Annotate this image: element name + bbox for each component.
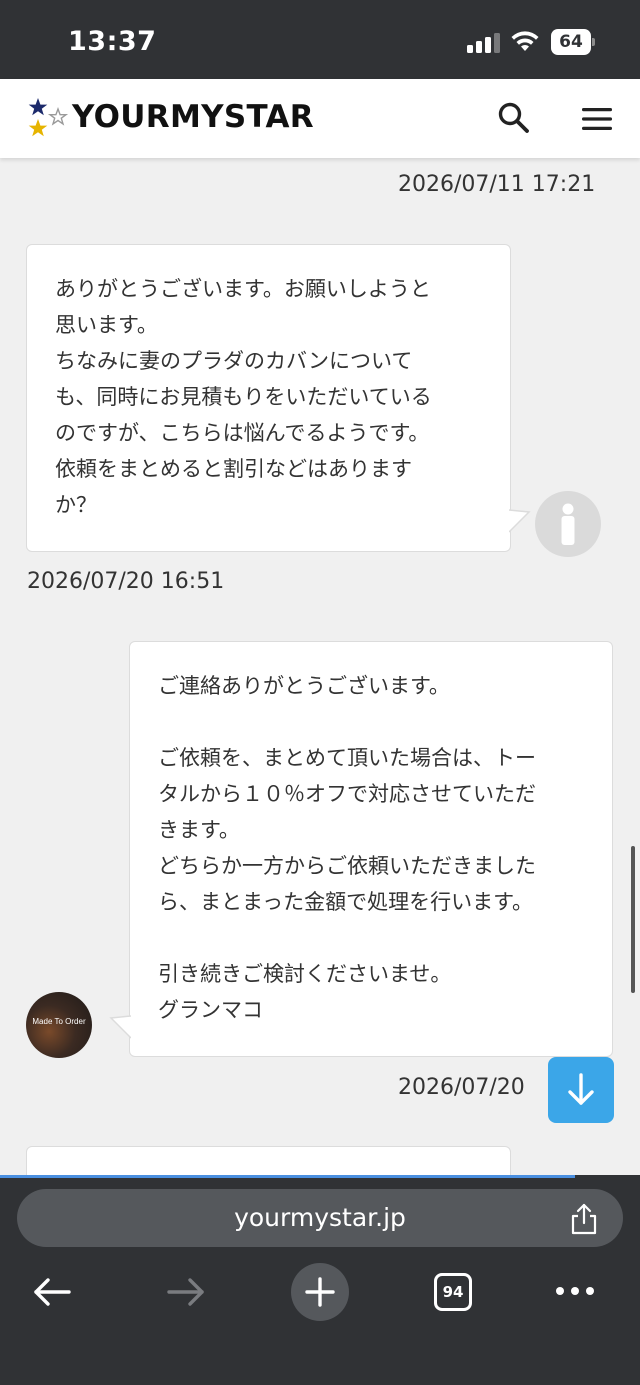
- browser-toolbar: yourmystar.jp 94: [0, 1175, 640, 1385]
- user-message-bubble: [26, 1146, 511, 1175]
- more-options-icon[interactable]: [555, 1285, 595, 1297]
- logo-stars-icon[interactable]: [27, 97, 69, 139]
- share-icon[interactable]: [568, 1202, 600, 1236]
- search-icon[interactable]: [497, 101, 531, 135]
- battery-icon: 64: [551, 29, 595, 55]
- message-thread[interactable]: 2026/07/11 17:21 ありがとうございます。お願いしようと 思います…: [0, 158, 640, 1175]
- user-message-bubble: ありがとうございます。お願いしようと 思います。 ちなみに妻のプラダのカバンにつ…: [26, 244, 511, 552]
- hamburger-menu-icon[interactable]: [580, 105, 614, 133]
- back-arrow-icon[interactable]: [32, 1277, 72, 1307]
- cellular-signal-icon: [467, 33, 501, 53]
- address-bar[interactable]: yourmystar.jp: [17, 1189, 623, 1247]
- battery-level: 64: [551, 29, 591, 55]
- site-header: YOURMYSTAR: [0, 79, 640, 158]
- shop-message-text: ご連絡ありがとうございます。 ご依頼を、まとめて頂いた場合は、トー タルから１０…: [158, 674, 536, 1022]
- plus-icon: [305, 1277, 335, 1307]
- bubble-tail: [509, 509, 531, 533]
- shop-avatar-label: Made To Order: [32, 1017, 86, 1026]
- shop-message-bubble: ご連絡ありがとうございます。 ご依頼を、まとめて頂いた場合は、トー タルから１０…: [129, 641, 613, 1057]
- message-timestamp: 2026/07/20 16:51: [27, 569, 225, 594]
- tab-count-button[interactable]: 94: [434, 1273, 472, 1311]
- bubble-tail: [109, 1015, 131, 1039]
- message-timestamp: 2026/07/11 17:21: [398, 172, 596, 197]
- status-time: 13:37: [68, 26, 157, 57]
- status-bar: 13:37 64: [0, 0, 640, 79]
- scroll-to-bottom-button[interactable]: [548, 1057, 614, 1123]
- address-bar-url[interactable]: yourmystar.jp: [17, 1189, 623, 1247]
- new-tab-button[interactable]: [291, 1263, 349, 1321]
- forward-arrow-icon[interactable]: [166, 1277, 206, 1307]
- wifi-icon: [511, 31, 539, 51]
- site-logo[interactable]: YOURMYSTAR: [72, 99, 314, 135]
- arrow-down-icon: [568, 1073, 594, 1105]
- scrollbar[interactable]: [631, 846, 635, 993]
- page-load-progress: [0, 1175, 575, 1178]
- user-message-text: ありがとうございます。お願いしようと 思います。 ちなみに妻のプラダのカバンにつ…: [55, 277, 432, 517]
- person-icon: [561, 503, 575, 545]
- user-avatar: [535, 491, 601, 557]
- shop-avatar: Made To Order: [26, 992, 92, 1058]
- message-timestamp: 2026/07/20: [398, 1075, 525, 1100]
